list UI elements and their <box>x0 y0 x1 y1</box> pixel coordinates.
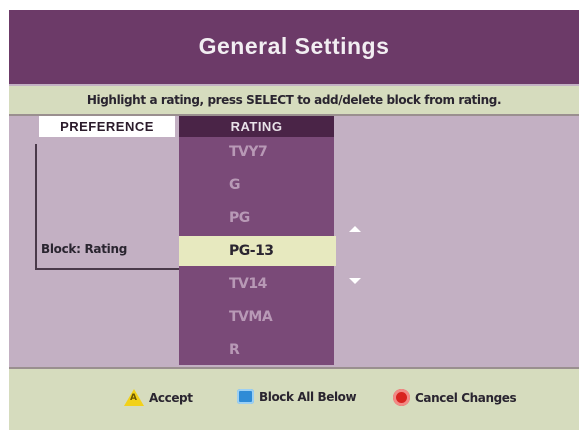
page-title: General Settings <box>198 33 390 59</box>
button-legend-bar: A Accept Block All Below Cancel Changes <box>9 367 579 430</box>
preference-column-header: PREFERENCE <box>39 116 175 137</box>
preference-underline <box>35 268 179 270</box>
rating-item-tvma[interactable]: TVMA <box>179 302 334 332</box>
rating-item-g[interactable]: G <box>179 170 334 200</box>
rating-item-pg[interactable]: PG <box>179 203 334 233</box>
header-bar: General Settings <box>9 10 579 84</box>
down-arrow-icon[interactable] <box>349 278 361 284</box>
blue-square-icon <box>237 389 254 404</box>
cancel-changes-button[interactable]: Cancel Changes <box>393 389 517 406</box>
rating-item-tv14[interactable]: TV14 <box>179 269 334 299</box>
yellow-triangle-a-icon: A <box>124 389 144 406</box>
up-arrow-icon[interactable] <box>349 226 361 232</box>
general-settings-screen: General Settings Highlight a rating, pre… <box>9 10 579 430</box>
column-header-bar: PREFERENCE RATING <box>9 116 579 137</box>
rating-item-r[interactable]: R <box>179 335 334 365</box>
accept-label: Accept <box>149 390 193 405</box>
block-rating-label: Block: Rating <box>41 242 127 256</box>
cancel-changes-label: Cancel Changes <box>415 390 517 405</box>
red-circle-icon <box>393 389 410 406</box>
rating-list[interactable]: TVY7 G PG PG-13 TV14 TVMA R <box>179 137 336 365</box>
rating-item-pg13[interactable]: PG-13 <box>179 236 336 266</box>
instruction-text: Highlight a rating, press SELECT to add/… <box>9 86 579 116</box>
block-all-below-label: Block All Below <box>259 389 357 404</box>
preference-bracket-line <box>35 144 37 270</box>
rating-item-tvy7[interactable]: TVY7 <box>179 137 334 167</box>
block-all-below-button[interactable]: Block All Below <box>237 389 357 404</box>
rating-column-header: RATING <box>179 116 334 137</box>
accept-button[interactable]: A Accept <box>124 389 193 406</box>
